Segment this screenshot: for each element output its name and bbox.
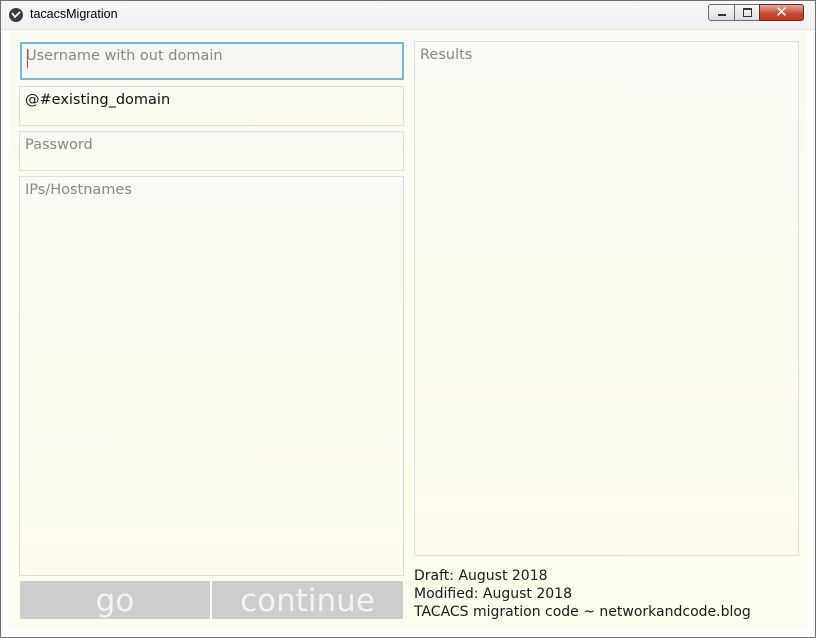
maximize-button[interactable]: [734, 4, 760, 21]
results-placeholder: Results: [420, 47, 473, 63]
window-title: tacacsMigration: [30, 7, 118, 21]
password-input[interactable]: Password: [19, 131, 404, 171]
username-input[interactable]: Username with out domain: [20, 42, 404, 80]
go-button[interactable]: go: [20, 581, 210, 619]
client-area: Username with out domain @#existing_doma…: [9, 30, 807, 629]
continue-button[interactable]: continue: [212, 581, 403, 619]
credit-text: TACACS migration code ~ networkandcode.b…: [414, 604, 751, 620]
close-icon: ✕: [775, 3, 788, 21]
draft-date: Draft: August 2018: [414, 568, 548, 584]
modified-date: Modified: August 2018: [414, 586, 572, 602]
domain-value: @#existing_domain: [25, 92, 171, 108]
app-window: tacacsMigration ✕ Username with out doma…: [0, 0, 816, 638]
password-placeholder: Password: [25, 137, 93, 153]
minimize-button[interactable]: [708, 4, 735, 21]
hosts-placeholder: IPs/Hostnames: [25, 182, 132, 198]
text-cursor: [27, 49, 28, 68]
title-bar[interactable]: tacacsMigration ✕: [1, 1, 815, 30]
domain-input[interactable]: @#existing_domain: [19, 86, 404, 126]
close-button[interactable]: ✕: [759, 3, 804, 21]
hosts-textarea[interactable]: IPs/Hostnames: [19, 176, 404, 576]
kivy-app-icon: [9, 8, 23, 22]
footer-info: Draft: August 2018 Modified: August 2018…: [414, 567, 751, 621]
results-textarea[interactable]: Results: [414, 41, 799, 556]
username-placeholder: Username with out domain: [26, 48, 223, 64]
